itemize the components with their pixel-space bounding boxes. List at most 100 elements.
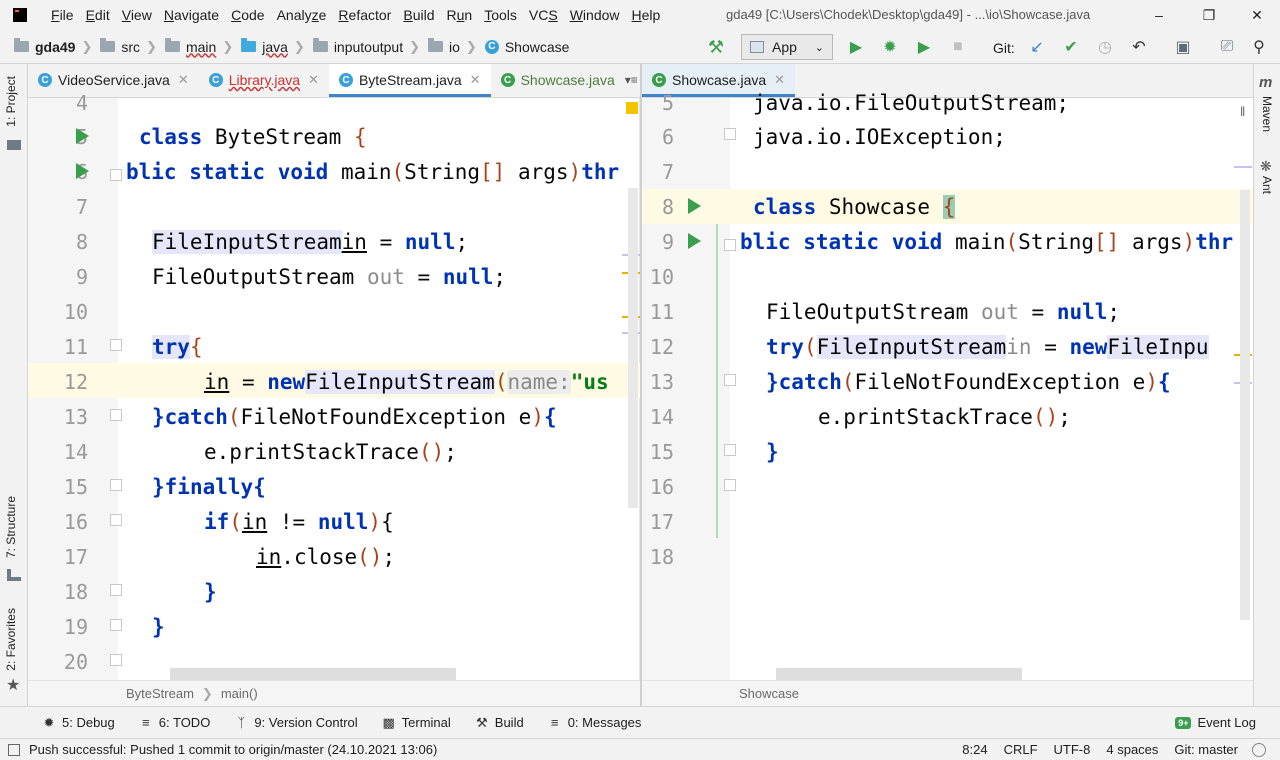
menu-run[interactable]: Run bbox=[441, 7, 479, 23]
breadcrumb-src[interactable]: src ❯ bbox=[100, 38, 157, 55]
stop-icon[interactable]: ■ bbox=[947, 36, 969, 58]
terminal-window-icon[interactable]: ⎚ bbox=[1216, 36, 1238, 58]
git-history-icon[interactable]: ◷ bbox=[1094, 36, 1116, 58]
line-separator[interactable]: CRLF bbox=[1004, 742, 1038, 757]
favorites-tool-tab[interactable]: 2: Favorites bbox=[4, 608, 18, 671]
status-message[interactable]: Push successful: Pushed 1 commit to orig… bbox=[29, 742, 437, 757]
todo-tool-tab[interactable]: ≡ 6: TODO bbox=[139, 715, 210, 730]
breadcrumb-java[interactable]: java ❯ bbox=[241, 38, 305, 55]
breadcrumb-showcase[interactable]: C Showcase bbox=[484, 39, 569, 55]
horizontal-scrollbar[interactable] bbox=[776, 668, 1022, 680]
search-icon[interactable]: ⚲ bbox=[1248, 36, 1270, 58]
fold-marker-icon[interactable] bbox=[110, 409, 122, 421]
toggle-tool-windows-icon[interactable] bbox=[8, 743, 20, 756]
git-commit-icon[interactable]: ✔ bbox=[1060, 36, 1082, 58]
rollback-icon[interactable]: ↶ bbox=[1128, 36, 1150, 58]
fold-marker-icon[interactable] bbox=[110, 584, 122, 596]
menu-code[interactable]: Code bbox=[225, 7, 270, 23]
left-code-area[interactable]: 4 5 6 7 8 9 10 11 12 13 14 15 16 17 18 1… bbox=[28, 91, 640, 680]
indent-setting[interactable]: 4 spaces bbox=[1106, 742, 1158, 757]
navigation-bar: gda49 ❯ src ❯ main ❯ java ❯ inputoutput ❯ io ❯… bbox=[0, 30, 1280, 64]
fold-marker-icon[interactable] bbox=[724, 444, 736, 456]
run-main-icon[interactable] bbox=[688, 233, 701, 249]
tab-bytestream[interactable]: C ByteStream.java ✕ bbox=[328, 64, 491, 97]
run-class-icon[interactable] bbox=[76, 128, 89, 144]
inspection-warning-icon[interactable] bbox=[626, 102, 638, 114]
menu-file[interactable]: File bbox=[45, 7, 80, 23]
fold-marker-icon[interactable] bbox=[110, 514, 122, 526]
menu-refactor[interactable]: Refactor bbox=[332, 7, 397, 23]
code-line: FileInputStream in = null; bbox=[152, 229, 469, 254]
structure-tool-tab[interactable]: 7: Structure bbox=[4, 496, 18, 558]
menu-view[interactable]: View bbox=[116, 7, 158, 23]
minimize-button[interactable]: – bbox=[1136, 4, 1182, 26]
fold-marker-icon[interactable] bbox=[110, 479, 122, 491]
breadcrumb-class[interactable]: ByteStream bbox=[126, 686, 194, 701]
pause-icon[interactable]: ‖ bbox=[1240, 104, 1245, 119]
run-class-icon[interactable] bbox=[688, 198, 701, 214]
terminal-tool-tab[interactable]: ▩ Terminal bbox=[382, 715, 451, 731]
project-tool-tab[interactable]: 1: Project bbox=[4, 76, 18, 127]
build-tool-tab[interactable]: ⚒ Build bbox=[475, 715, 524, 731]
caret-position[interactable]: 8:24 bbox=[962, 742, 987, 757]
close-tab-icon[interactable]: ✕ bbox=[178, 72, 189, 88]
vertical-scrollbar[interactable] bbox=[1240, 190, 1250, 620]
breadcrumb-io[interactable]: io ❯ bbox=[428, 38, 477, 55]
git-label: Git: bbox=[993, 40, 1015, 56]
menu-analyze[interactable]: Analyze bbox=[271, 7, 333, 23]
git-branch[interactable]: Git: master bbox=[1174, 742, 1238, 757]
messages-tool-tab[interactable]: ≡ 0: Messages bbox=[548, 715, 642, 730]
fold-marker-icon[interactable] bbox=[110, 619, 122, 631]
close-window-button[interactable]: ✕ bbox=[1234, 4, 1280, 26]
fold-marker-icon[interactable] bbox=[110, 339, 122, 351]
fold-marker-icon[interactable] bbox=[110, 654, 122, 666]
run-config-select[interactable]: App ⌄ bbox=[741, 34, 833, 60]
fold-marker-icon[interactable] bbox=[724, 374, 736, 386]
menu-edit[interactable]: Edit bbox=[80, 7, 116, 23]
menu-vcs[interactable]: VCS bbox=[523, 7, 564, 23]
folder-icon bbox=[164, 38, 180, 52]
close-tab-icon[interactable]: ✕ bbox=[470, 72, 481, 88]
git-update-icon[interactable]: ↙ bbox=[1026, 36, 1048, 58]
menu-build[interactable]: Build bbox=[397, 7, 440, 23]
code-line: } catch (FileNotFoundException e) { bbox=[152, 404, 557, 429]
vertical-scrollbar[interactable] bbox=[628, 188, 638, 508]
inspector-status-icon[interactable] bbox=[1252, 743, 1266, 757]
debug-tool-tab[interactable]: ✹ 5: Debug bbox=[42, 715, 115, 731]
menu-tools[interactable]: Tools bbox=[478, 7, 523, 23]
menu-help[interactable]: Help bbox=[626, 7, 667, 23]
debug-icon[interactable]: ✹ bbox=[879, 36, 901, 58]
run-main-icon[interactable] bbox=[76, 163, 89, 179]
right-code-area[interactable]: 5 6 7 8 9 10 11 12 13 14 15 16 17 18 jav… bbox=[642, 91, 1253, 680]
project-structure-icon[interactable]: ▣ bbox=[1172, 36, 1194, 58]
event-log-tool-tab[interactable]: 9+ Event Log bbox=[1175, 715, 1256, 730]
breadcrumb-inputoutput[interactable]: inputoutput ❯ bbox=[312, 38, 420, 55]
ant-tool-tab[interactable]: Ant bbox=[1260, 176, 1274, 194]
tab-list-icon[interactable]: ▾≡ bbox=[625, 64, 640, 97]
fold-marker-icon[interactable] bbox=[110, 169, 122, 181]
breadcrumb-project[interactable]: gda49 ❯ bbox=[14, 38, 92, 55]
restore-button[interactable]: ❐ bbox=[1186, 4, 1232, 26]
build-hammer-icon[interactable]: ⚒ bbox=[705, 36, 727, 58]
breadcrumb-class[interactable]: Showcase bbox=[739, 686, 799, 701]
maven-tool-tab[interactable]: Maven bbox=[1260, 96, 1274, 132]
version-control-tool-tab[interactable]: ᛉ 9: Version Control bbox=[234, 715, 357, 730]
tab-showcase-left[interactable]: C Showcase.java bbox=[491, 64, 625, 97]
fold-marker-icon[interactable] bbox=[724, 479, 736, 491]
menu-window[interactable]: Window bbox=[564, 7, 626, 23]
close-tab-icon[interactable]: ✕ bbox=[308, 72, 319, 88]
menu-navigate[interactable]: Navigate bbox=[158, 7, 225, 23]
fold-marker-icon[interactable] bbox=[724, 239, 736, 251]
horizontal-scrollbar[interactable] bbox=[170, 668, 456, 680]
project-folder-icon bbox=[7, 140, 21, 150]
run-with-coverage-icon[interactable]: ▶ bbox=[913, 36, 935, 58]
fold-marker-icon[interactable] bbox=[724, 128, 736, 140]
breadcrumb-main[interactable]: main ❯ bbox=[164, 38, 233, 55]
code-line: java.io.IOException; bbox=[753, 124, 1006, 149]
branch-icon: ᛉ bbox=[237, 715, 246, 730]
breadcrumb-method[interactable]: main() bbox=[221, 686, 258, 701]
run-icon[interactable]: ▶ bbox=[845, 36, 867, 58]
file-encoding[interactable]: UTF-8 bbox=[1054, 742, 1091, 757]
tab-library[interactable]: C Library.java ✕ bbox=[199, 64, 329, 97]
crumb-label: io bbox=[449, 38, 460, 55]
